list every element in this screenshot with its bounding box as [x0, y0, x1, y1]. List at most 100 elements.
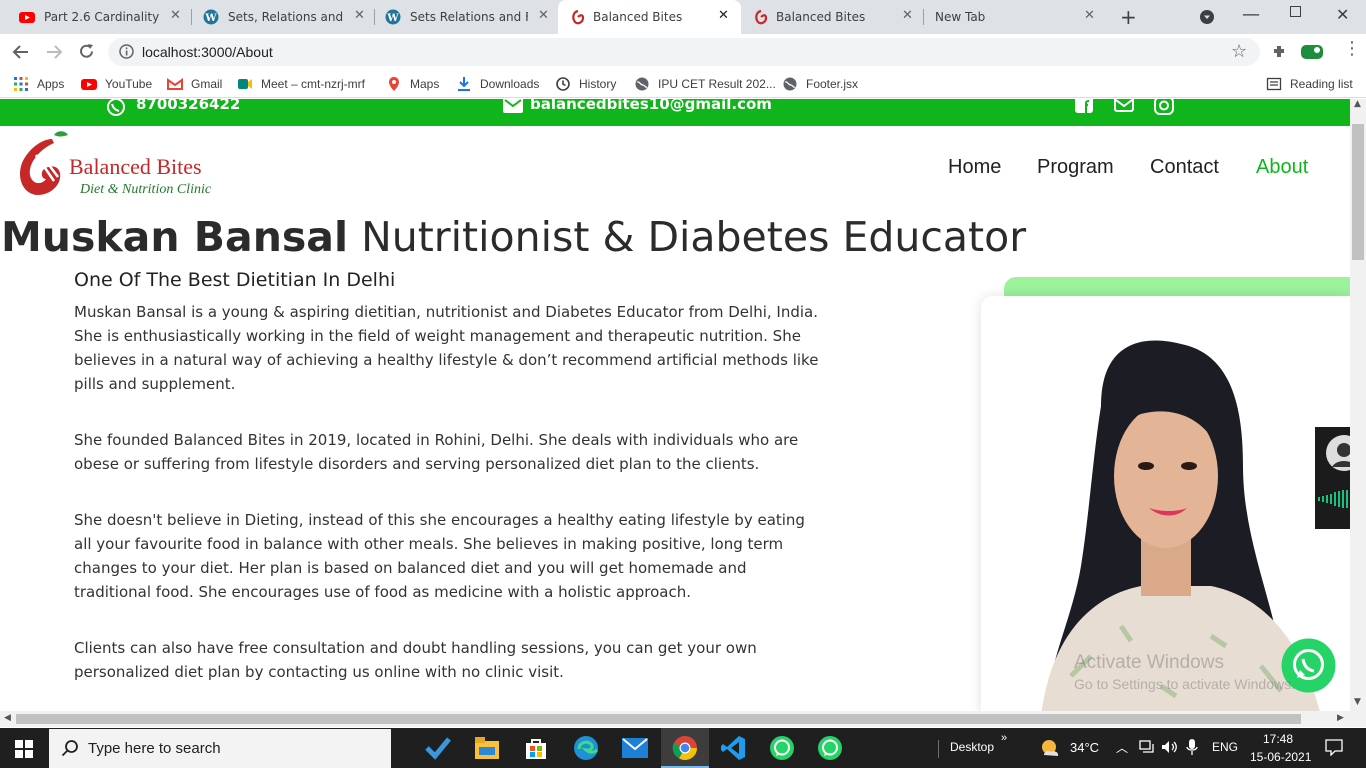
task-app-checkmark-icon[interactable] [425, 736, 451, 760]
globe-icon [783, 77, 797, 91]
heading-role: Nutritionist & Diabetes Educator [348, 213, 1027, 261]
bookmark-star-icon[interactable]: ☆ [1231, 41, 1247, 62]
mail-app-icon[interactable] [622, 738, 648, 758]
chevron-double-right-icon[interactable]: » [1001, 732, 1007, 744]
gmail-icon [167, 78, 183, 90]
chrome-icon[interactable] [672, 735, 698, 761]
clock-date[interactable]: 15-06-2021 [1250, 750, 1311, 764]
bookmark-ipu[interactable]: IPU CET Result 202... [634, 76, 776, 92]
tab-search-icon[interactable] [1200, 10, 1214, 24]
nav-home[interactable]: Home [948, 156, 1001, 179]
activate-windows-hint: Go to Settings to activate Windows. [1074, 676, 1295, 692]
nav-program[interactable]: Program [1037, 156, 1114, 179]
nav-about[interactable]: About [1256, 156, 1308, 179]
weather-temperature[interactable]: 34°C [1070, 740, 1099, 755]
avatar[interactable] [1326, 435, 1350, 471]
bookmark-history[interactable]: History [555, 76, 616, 92]
back-arrow-icon[interactable] [12, 44, 30, 60]
balanced-bites-logo-icon[interactable] [14, 129, 74, 201]
browser-tab[interactable]: W Sets, Relations and Fu ✕ [184, 0, 374, 34]
browser-tab[interactable]: Part 2.6 Cardinality Ra ✕ [0, 0, 190, 34]
language-indicator[interactable]: ENG [1212, 740, 1238, 754]
wordpress-icon: W [385, 9, 401, 25]
nav-contact[interactable]: Contact [1150, 156, 1219, 179]
close-icon[interactable]: ✕ [538, 8, 549, 23]
close-icon[interactable]: ✕ [902, 8, 913, 23]
reading-list-button[interactable]: Reading list [1266, 76, 1353, 92]
notifications-icon[interactable] [1325, 739, 1343, 756]
network-icon[interactable] [1139, 740, 1155, 754]
whatsapp-app-icon[interactable] [769, 735, 795, 761]
browser-menu-icon[interactable]: ⋮ [1343, 40, 1361, 58]
instagram-icon[interactable] [1154, 99, 1174, 115]
tab-label: Balanced Bites [593, 10, 683, 24]
close-icon[interactable]: ✕ [718, 8, 729, 23]
balanced-bites-icon [572, 9, 585, 25]
browser-tab[interactable]: W Sets Relations and Fun ✕ [366, 0, 556, 34]
bookmark-label: Meet – cmt-nzrj-mrf [261, 77, 366, 91]
about-paragraph: She doesn't believe in Dieting, instead … [74, 511, 805, 601]
email-address[interactable]: balancedbites10@gmail.com [530, 99, 772, 113]
clock-time[interactable]: 17:48 [1263, 732, 1293, 746]
bookmark-maps[interactable]: Maps [386, 76, 439, 92]
scroll-right-icon[interactable]: ▶ [1337, 713, 1344, 723]
minimize-icon[interactable]: — [1242, 4, 1260, 25]
tab-label: Balanced Bites [776, 10, 866, 24]
windows-start-icon[interactable] [15, 740, 33, 758]
extensions-icon[interactable] [1271, 43, 1288, 60]
mail-icon[interactable] [1114, 99, 1134, 113]
volume-icon[interactable] [1161, 740, 1179, 754]
search-icon [61, 740, 78, 757]
extension-green-icon[interactable] [1300, 42, 1324, 62]
history-icon [556, 77, 570, 91]
close-icon[interactable]: ✕ [354, 8, 365, 23]
desktop-toolbar-label[interactable]: Desktop [950, 740, 994, 754]
scroll-down-icon[interactable]: ▼ [1354, 697, 1361, 707]
bookmark-gmail[interactable]: Gmail [167, 76, 222, 92]
url-text[interactable]: localhost:3000/About [142, 44, 273, 60]
whatsapp-icon[interactable] [106, 99, 126, 117]
facebook-icon[interactable] [1075, 99, 1093, 113]
horizontal-scroll-thumb[interactable] [16, 714, 1301, 724]
close-icon[interactable]: ✕ [1084, 8, 1095, 23]
scroll-up-icon[interactable]: ▲ [1354, 99, 1361, 109]
store-icon[interactable] [524, 736, 548, 760]
scroll-left-icon[interactable]: ◀ [4, 713, 11, 723]
weather-sun-cloud-icon[interactable] [1040, 738, 1060, 758]
edge-icon[interactable] [573, 735, 599, 761]
about-paragraph: She founded Balanced Bites in 2019, loca… [74, 431, 799, 473]
bookmark-meet[interactable]: Meet – cmt-nzrj-mrf [237, 76, 365, 92]
info-icon[interactable] [119, 44, 134, 59]
bookmark-footer[interactable]: Footer.jsx [782, 76, 858, 92]
maps-icon [389, 77, 399, 91]
forward-arrow-icon[interactable] [45, 44, 63, 60]
close-window-icon[interactable]: ✕ [1336, 5, 1349, 24]
browser-tab[interactable]: Balanced Bites ✕ [741, 0, 924, 34]
logo-title: Balanced Bites [69, 154, 202, 179]
youtube-icon [81, 79, 97, 90]
chevron-up-icon[interactable]: ︿ [1116, 739, 1128, 756]
reload-icon[interactable] [78, 43, 95, 60]
close-icon[interactable]: ✕ [170, 8, 181, 23]
browser-tab-active[interactable]: Balanced Bites ✕ [558, 0, 741, 34]
bookmark-label: Apps [37, 77, 65, 91]
bookmark-label: Maps [410, 77, 440, 91]
whatsapp-app-icon[interactable] [817, 735, 843, 761]
address-bar[interactable] [108, 38, 1260, 66]
phone-number[interactable]: 8700326422 [136, 99, 240, 113]
bookmark-downloads[interactable]: Downloads [456, 76, 539, 92]
tab-label: Part 2.6 Cardinality Ra [44, 10, 164, 24]
file-explorer-icon[interactable] [475, 737, 499, 759]
vertical-scroll-thumb[interactable] [1352, 124, 1364, 260]
download-icon [458, 77, 470, 91]
bookmark-apps[interactable]: Apps [13, 76, 64, 92]
browser-tab[interactable]: New Tab ✕ [924, 0, 1109, 34]
mail-icon[interactable] [503, 99, 523, 113]
new-tab-icon[interactable]: + [1120, 5, 1137, 29]
restore-icon[interactable] [1290, 6, 1301, 17]
tab-label: Sets Relations and Fun [410, 10, 528, 24]
microphone-icon[interactable] [1186, 739, 1198, 756]
vscode-icon[interactable] [720, 735, 746, 761]
floating-media-widget[interactable] [1315, 427, 1350, 529]
bookmark-youtube[interactable]: YouTube [81, 76, 152, 92]
